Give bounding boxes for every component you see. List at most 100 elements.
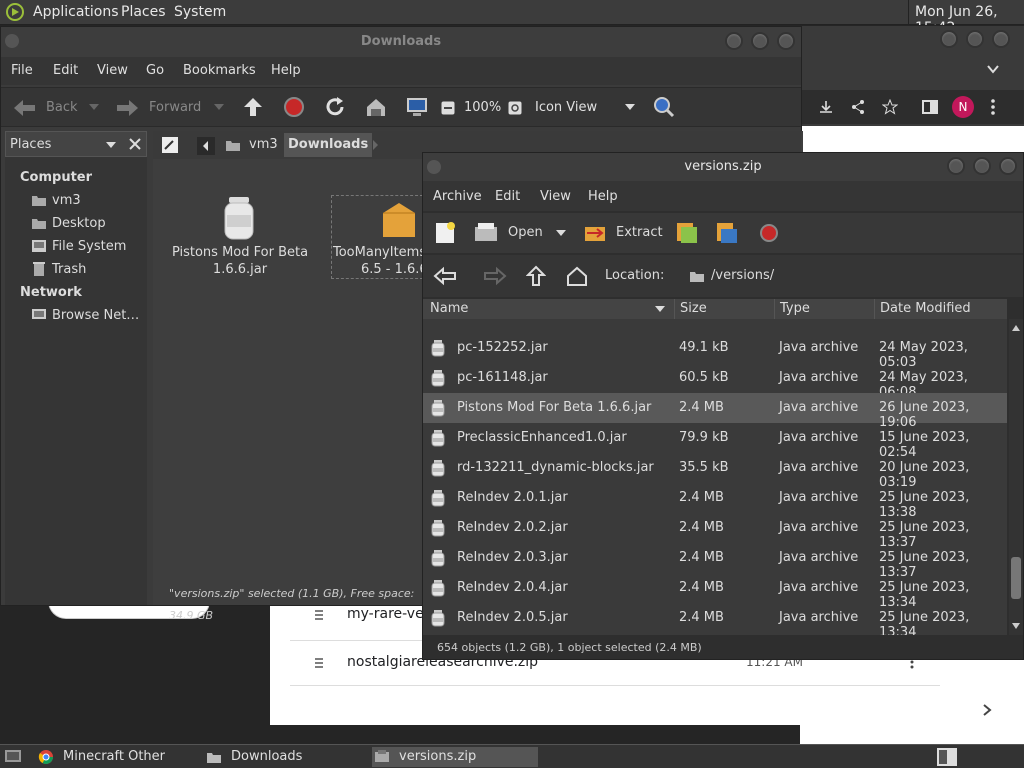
scrollbar[interactable] [1009,319,1023,635]
path-segment-downloads[interactable]: Downloads [284,133,373,157]
view-mode-select[interactable]: Icon View [535,100,597,115]
forward-arrow-icon[interactable] [115,98,141,118]
extract-button[interactable]: Extract [616,225,663,240]
menu-bookmarks[interactable]: Bookmarks [183,63,256,78]
chevron-down-icon[interactable] [89,104,99,110]
close-button[interactable] [999,157,1017,175]
maximize-button[interactable] [751,32,769,50]
minimize-button[interactable] [725,32,743,50]
table-row[interactable] [423,319,1007,333]
download-icon[interactable] [818,99,834,115]
scroll-down-icon[interactable] [1012,623,1020,629]
close-button[interactable] [992,30,1010,48]
chevron-down-icon[interactable] [986,62,1000,76]
window-menu-icon[interactable] [427,160,441,174]
table-row[interactable]: rd-132211_dynamic-blocks.jar 35.5 kB Java … [423,453,1007,490]
close-icon[interactable] [129,138,141,150]
bookmark-star-icon[interactable] [882,99,898,115]
home-icon[interactable] [566,265,588,287]
sidebar-item-browse-network[interactable]: Browse Net… [52,308,139,323]
file-name-line1[interactable]: TooManyItems [333,245,426,260]
sidebar-item-file-system[interactable]: File System [52,239,126,254]
menu-go[interactable]: Go [146,63,164,78]
forward-button[interactable]: Forward [149,100,201,115]
new-archive-icon[interactable] [433,221,457,245]
table-row[interactable]: Pistons Mod For Beta 1.6.6.jar 2.4 MB Java… [423,393,1007,430]
maximize-button[interactable] [973,157,991,175]
file-name-line2[interactable]: 1.6.6.jar [167,262,313,277]
search-icon[interactable] [653,96,675,118]
column-type[interactable]: Type [780,301,810,316]
computer-icon[interactable] [405,96,429,118]
add-files-icon[interactable] [675,221,699,245]
window-titlebar[interactable]: Downloads [1,27,801,57]
table-row[interactable]: ReIndev 2.0.1.jar 2.4 MB Java archive 25 Ju… [423,483,1007,520]
maximize-button[interactable] [966,30,984,48]
path-right-arrow[interactable] [371,138,381,152]
menu-view[interactable]: View [540,189,571,204]
back-arrow-icon[interactable] [433,266,457,286]
stop-icon[interactable] [284,97,304,117]
window-titlebar[interactable]: versions.zip [423,153,1023,181]
menu-help[interactable]: Help [271,63,301,78]
minimize-button[interactable] [940,30,958,48]
archive-file-icon[interactable] [381,201,417,241]
home-icon[interactable] [365,96,387,118]
sidebar-header[interactable]: Places [5,131,147,157]
path-left-arrow[interactable] [197,137,215,155]
open-archive-icon[interactable] [473,221,499,245]
menu-applications[interactable]: Applications [33,4,119,20]
extract-icon[interactable] [583,221,607,245]
column-name[interactable]: Name [430,301,468,316]
file-name-line2[interactable]: 6.5 - 1.6.6 [361,262,428,277]
window-menu-icon[interactable] [5,34,19,48]
column-size[interactable]: Size [680,301,707,316]
menu-file[interactable]: File [11,63,33,78]
avatar[interactable]: N [952,96,974,118]
path-segment-vm3[interactable]: vm3 [249,137,278,152]
sort-arrow-icon[interactable] [655,306,665,312]
table-row[interactable]: ReIndev 2.0.5.jar 2.4 MB Java archive 25 Ju… [423,603,1007,635]
up-arrow-icon[interactable] [526,265,546,287]
menu-archive[interactable]: Archive [433,189,482,204]
menu-view[interactable]: View [97,63,128,78]
download-item-name[interactable]: my-rare-ve [347,606,424,622]
chevron-down-icon[interactable] [556,230,566,236]
chevron-down-icon[interactable] [214,104,224,110]
chevron-down-icon[interactable] [106,142,116,148]
reload-icon[interactable] [324,96,346,118]
location-field[interactable]: /versions/ [681,262,1023,290]
menu-system[interactable]: System [174,4,226,20]
share-icon[interactable] [850,99,866,115]
sidebar-item-trash[interactable]: Trash [52,262,86,277]
side-panel-icon[interactable] [922,99,938,115]
back-arrow-icon[interactable] [11,98,37,118]
menu-places[interactable]: Places [121,4,166,20]
minimize-button[interactable] [947,157,965,175]
sidebar-item-vm3[interactable]: vm3 [52,193,81,208]
column-date-modified[interactable]: Date Modified [880,301,971,316]
scrollbar-thumb[interactable] [1011,557,1021,599]
table-row[interactable]: pc-152252.jar 49.1 kB Java archive 24 May 2… [423,333,1007,370]
task-versions-zip[interactable]: versions.zip [372,747,538,767]
scroll-up-icon[interactable] [1012,325,1020,331]
forward-arrow-icon[interactable] [483,266,507,286]
edit-location-icon[interactable] [161,136,179,154]
sidebar-item-desktop[interactable]: Desktop [52,216,106,231]
workspace-switcher-icon[interactable] [936,747,958,767]
table-row[interactable]: ReIndev 2.0.2.jar 2.4 MB Java archive 25 Ju… [423,513,1007,550]
table-row[interactable]: ReIndev 2.0.3.jar 2.4 MB Java archive 25 Ju… [423,543,1007,580]
file-name-line1[interactable]: Pistons Mod For Beta [167,245,313,260]
jar-file-icon[interactable] [221,195,257,241]
task-downloads[interactable]: Downloads [204,747,368,767]
table-row[interactable]: ReIndev 2.0.4.jar 2.4 MB Java archive 25 Ju… [423,573,1007,610]
zoom-in-icon[interactable] [508,101,522,115]
menu-edit[interactable]: Edit [53,63,78,78]
kebab-menu-icon[interactable] [990,98,996,116]
task-chrome[interactable]: Minecraft Other Ver… [36,747,200,767]
zoom-out-icon[interactable] [441,101,455,115]
stop-icon[interactable] [759,223,779,243]
open-button[interactable]: Open [508,225,543,240]
close-button[interactable] [777,32,795,50]
table-row[interactable]: pc-161148.jar 60.5 kB Java archive 24 May 2… [423,363,1007,400]
